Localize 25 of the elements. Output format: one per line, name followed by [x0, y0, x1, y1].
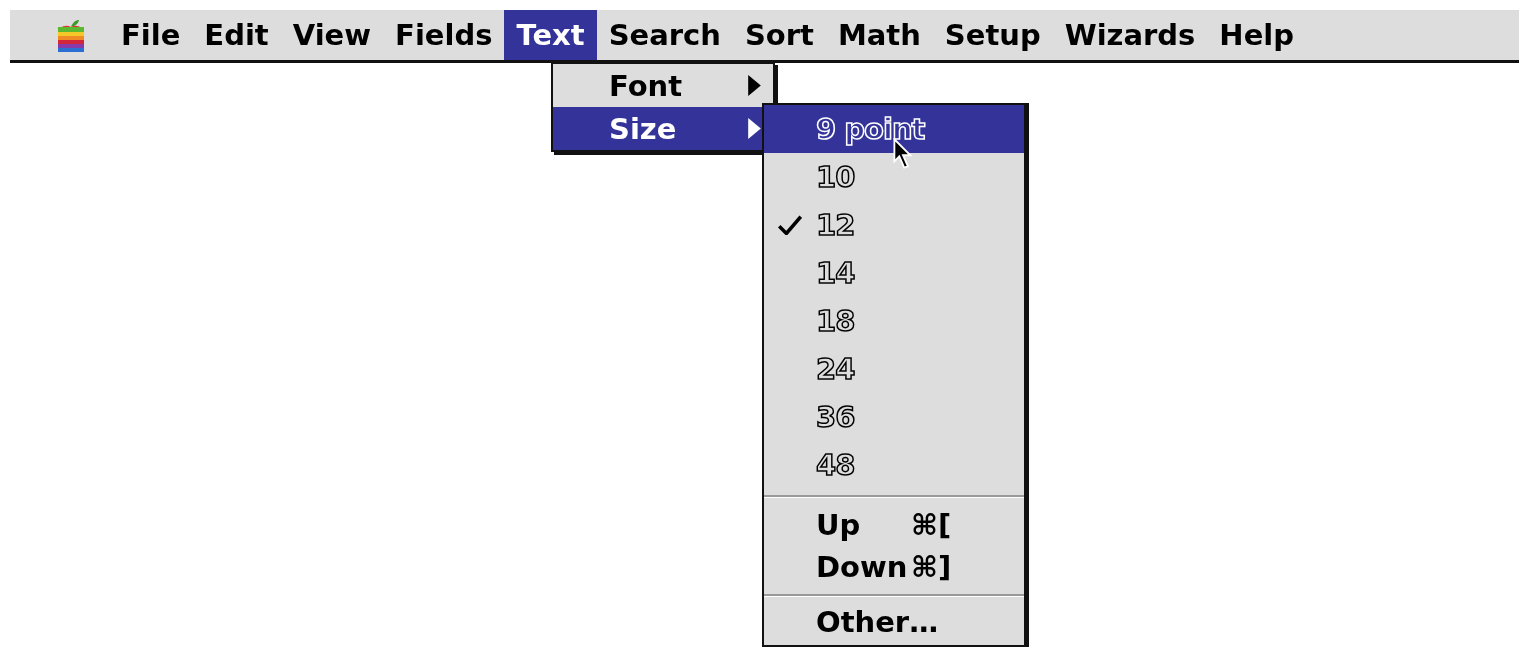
- menu-item[interactable]: Down⌘]: [764, 546, 1024, 588]
- menu-item[interactable]: File: [109, 10, 193, 60]
- menu-item[interactable]: Up ⌘[: [764, 504, 1024, 546]
- menu-item[interactable]: Setup: [932, 10, 1053, 60]
- menu-item[interactable]: Edit: [192, 10, 281, 60]
- menu-item[interactable]: Wizards: [1052, 10, 1208, 60]
- menu-item[interactable]: Help: [1207, 10, 1306, 60]
- menu-item[interactable]: Fields: [383, 10, 505, 60]
- menu-item[interactable]: 14: [764, 249, 1024, 297]
- apple-logo-icon[interactable]: [55, 18, 87, 52]
- menu-item[interactable]: Sort: [732, 10, 826, 60]
- menu-item[interactable]: View: [280, 10, 384, 60]
- menu-item[interactable]: 18: [764, 297, 1024, 345]
- menu-item[interactable]: Math: [825, 10, 933, 60]
- menu-item[interactable]: 48: [764, 441, 1024, 489]
- menu-item[interactable]: Other…: [764, 603, 1024, 641]
- menu-item[interactable]: Search: [596, 10, 733, 60]
- menu-item[interactable]: 36: [764, 393, 1024, 441]
- checkmark-icon: [778, 215, 802, 235]
- menu-item[interactable]: 10: [764, 153, 1024, 201]
- menu-item[interactable]: 9 point: [764, 105, 1024, 153]
- menu-item[interactable]: Text: [504, 10, 597, 60]
- menu-item[interactable]: 24: [764, 345, 1024, 393]
- menu-item[interactable]: 12: [764, 201, 1024, 249]
- menu-item[interactable]: Font: [553, 64, 773, 107]
